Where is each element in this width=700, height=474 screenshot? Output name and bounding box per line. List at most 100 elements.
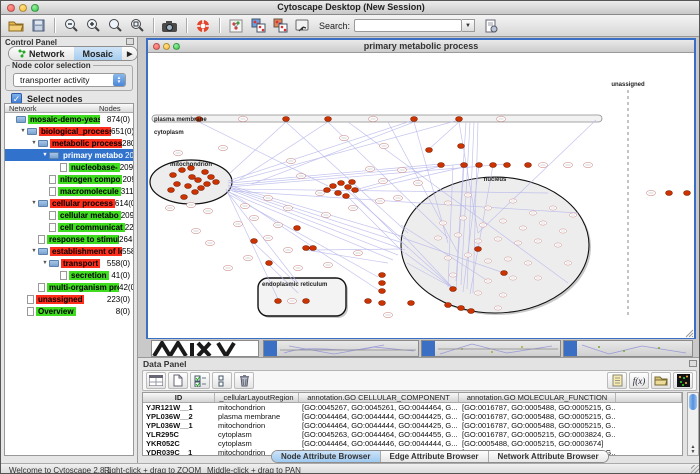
network-node[interactable] <box>213 180 220 185</box>
new-attribute-icon[interactable] <box>168 372 188 389</box>
network-node[interactable] <box>461 163 468 168</box>
tab-network-attribute-browser[interactable]: Network Attribute Browser <box>489 451 608 462</box>
network-node[interactable] <box>310 246 317 251</box>
expander-icon[interactable]: ▼ <box>30 200 38 206</box>
network-node[interactable] <box>456 117 463 122</box>
zoom-fit-icon[interactable] <box>126 16 148 35</box>
network-node[interactable] <box>476 163 483 168</box>
tree-row[interactable]: secretion41(0) <box>5 269 133 281</box>
tree-row[interactable]: Overview8(0) <box>5 305 133 317</box>
network-node[interactable] <box>324 188 331 193</box>
network-node[interactable] <box>168 188 175 193</box>
float-panel-icon[interactable] <box>126 38 134 45</box>
formula-builder-icon[interactable]: f(x) <box>629 372 649 389</box>
tree-row[interactable]: mosaic-demo-yeast874(0) <box>5 113 133 125</box>
network-node[interactable] <box>343 194 350 199</box>
tree-row[interactable]: nucleobase-209(0) <box>5 161 133 173</box>
table-column-header[interactable]: _cellularLayoutRegion <box>215 393 299 402</box>
network-node[interactable] <box>501 271 508 276</box>
search-dropdown-icon[interactable]: ▼ <box>462 19 475 32</box>
attribute-notes-icon[interactable] <box>607 372 627 389</box>
network-node[interactable] <box>294 226 301 231</box>
network-overlay-icon-2[interactable] <box>269 16 291 35</box>
window-resize-grip-icon[interactable] <box>686 330 693 337</box>
network-node[interactable] <box>379 281 386 286</box>
unselect-attributes-icon[interactable] <box>212 372 232 389</box>
tree-row[interactable]: response to stimulu264(0) <box>5 233 133 245</box>
network-node[interactable] <box>198 186 205 191</box>
expander-icon[interactable]: ▼ <box>19 128 27 134</box>
resize-grip-icon[interactable] <box>691 465 700 474</box>
snapshot-camera-icon[interactable] <box>159 16 181 35</box>
table-column-header[interactable]: ID <box>143 393 215 402</box>
network-node[interactable] <box>204 182 211 187</box>
expander-icon[interactable]: ▼ <box>30 140 38 146</box>
tree-row[interactable]: multi-organism pro42(0) <box>5 281 133 293</box>
network-node[interactable] <box>303 299 310 304</box>
background-window-sliver[interactable] <box>263 340 419 357</box>
tab-mosaic[interactable]: Mosaic <box>74 47 123 60</box>
network-node[interactable] <box>525 163 532 168</box>
table-row[interactable]: YKR052Ccytoplasm[GO:0044464, GO:0044446,… <box>143 439 682 448</box>
zoom-selected-icon[interactable] <box>104 16 126 35</box>
network-node[interactable] <box>684 191 691 196</box>
select-attributes-icon[interactable] <box>190 372 210 389</box>
network-window-titlebar[interactable]: primary metabolic process <box>148 40 694 53</box>
zoom-in-icon[interactable] <box>82 16 104 35</box>
tree-row[interactable]: nitrogen compo209(0) <box>5 173 133 185</box>
tab-network[interactable]: Network <box>9 47 74 60</box>
network-node[interactable] <box>426 148 433 153</box>
network-node[interactable] <box>275 299 282 304</box>
scrollbar-thumb[interactable] <box>689 394 697 410</box>
network-node[interactable] <box>181 195 188 200</box>
table-scrollbar[interactable]: ▲▼ <box>687 392 699 456</box>
network-node[interactable] <box>338 181 345 186</box>
network-node[interactable] <box>458 144 465 149</box>
table-column-header[interactable]: annotation.GO CELLULAR_COMPONENT <box>299 393 459 402</box>
expander-icon[interactable]: ▼ <box>41 260 49 266</box>
network-node[interactable] <box>325 117 332 122</box>
expander-icon[interactable]: ▼ <box>30 248 38 254</box>
more-tabs-icon[interactable]: ▶ <box>122 47 137 60</box>
network-node[interactable] <box>352 188 359 193</box>
network-node[interactable] <box>408 301 415 306</box>
search-input[interactable] <box>354 19 462 32</box>
network-node[interactable] <box>202 170 209 175</box>
tree-col-nodes[interactable]: Nodes <box>99 104 133 112</box>
float-panel-icon[interactable] <box>689 360 697 367</box>
network-node[interactable] <box>330 184 337 189</box>
network-node[interactable] <box>303 246 310 251</box>
network-node[interactable] <box>179 168 186 173</box>
network-node[interactable] <box>438 163 445 168</box>
tree-row[interactable]: ▼establishment of lo558(0) <box>5 245 133 257</box>
network-node[interactable] <box>379 289 386 294</box>
network-node[interactable] <box>174 182 181 187</box>
network-node[interactable] <box>345 185 352 190</box>
tree-row[interactable]: cellular metabo209(0) <box>5 209 133 221</box>
tab-edge-attribute-browser[interactable]: Edge Attribute Browser <box>381 451 489 462</box>
network-node[interactable] <box>195 178 202 183</box>
network-node[interactable] <box>468 309 475 314</box>
tree-col-network[interactable]: Network <box>5 104 99 112</box>
background-window-sliver[interactable] <box>421 340 561 357</box>
network-node[interactable] <box>266 261 273 266</box>
tree-row[interactable]: ▼metabolic process280(0) <box>5 137 133 149</box>
tree-row[interactable]: ▼primary metabo209(0) <box>5 149 133 161</box>
expander-icon[interactable]: ▼ <box>41 152 49 158</box>
table-row[interactable]: YPL036W__1mitochondrion[GO:0044464, GO:0… <box>143 421 682 430</box>
table-row[interactable]: YJR121W__1mitochondrion[GO:0045267, GO:0… <box>143 403 682 412</box>
column-selector-icon[interactable] <box>146 372 166 389</box>
network-node[interactable] <box>379 273 386 278</box>
network-node[interactable] <box>450 287 457 292</box>
network-node[interactable] <box>335 191 342 196</box>
tree-header[interactable]: Network Nodes <box>5 104 133 113</box>
network-node[interactable] <box>379 301 386 306</box>
tree-row[interactable]: ▼biological_process651(0) <box>5 125 133 137</box>
network-node[interactable] <box>185 184 192 189</box>
network-overlay-icon-1[interactable] <box>247 16 269 35</box>
network-node[interactable] <box>251 239 258 244</box>
network-node[interactable] <box>189 175 196 180</box>
tree-row[interactable]: cell communicat22(0) <box>5 221 133 233</box>
table-column-header[interactable]: annotation.GO MOLECULAR_FUNCTION <box>459 393 616 402</box>
tree-row[interactable]: ▼cellular process614(0) <box>5 197 133 209</box>
